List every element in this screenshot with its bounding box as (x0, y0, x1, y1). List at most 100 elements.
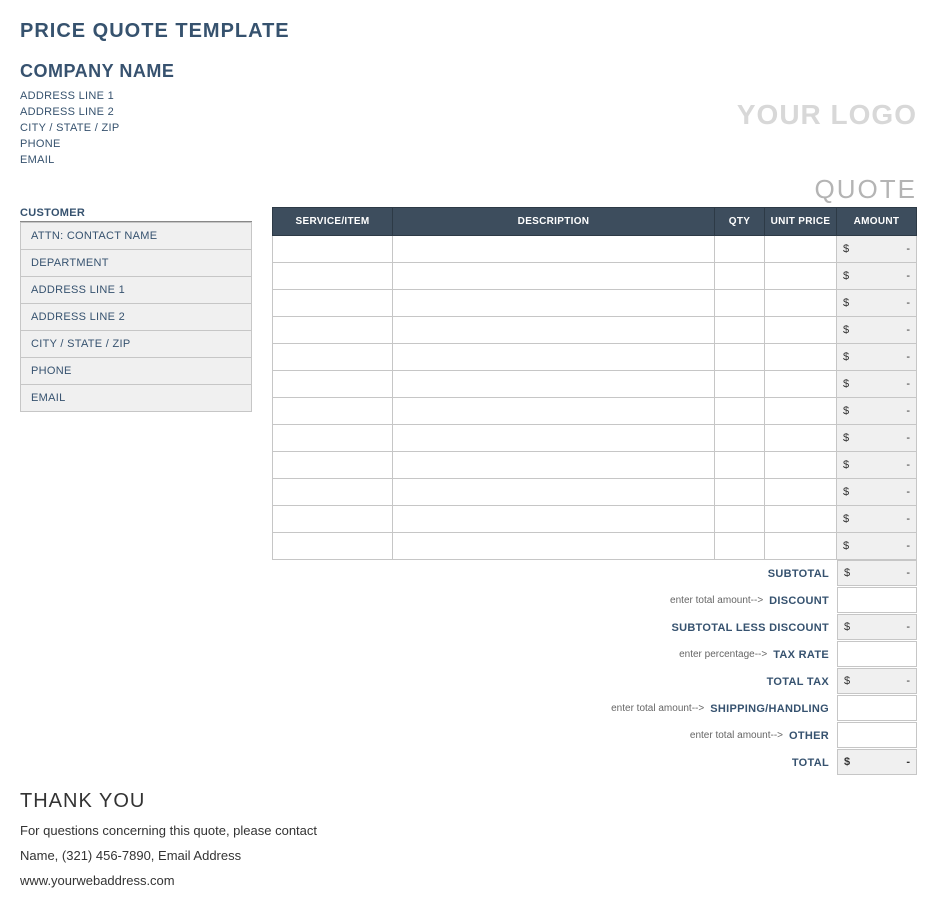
totals-area: SUBTOTAL$-enter total amount-->DISCOUNTS… (272, 560, 917, 776)
customer-cell[interactable]: CITY / STATE / ZIP (21, 331, 252, 358)
item-cell[interactable] (393, 317, 715, 344)
item-cell[interactable] (765, 452, 837, 479)
item-cell[interactable] (715, 533, 765, 560)
totals-value-cell: $- (837, 668, 917, 694)
table-row: $- (273, 371, 917, 398)
item-cell[interactable] (715, 398, 765, 425)
item-cell[interactable] (715, 263, 765, 290)
item-cell[interactable] (273, 479, 393, 506)
item-cell[interactable] (273, 236, 393, 263)
company-line: CITY / STATE / ZIP (20, 120, 174, 136)
table-row: $- (273, 290, 917, 317)
item-cell[interactable] (393, 533, 715, 560)
page-title: PRICE QUOTE TEMPLATE (20, 20, 917, 43)
item-cell[interactable] (273, 506, 393, 533)
item-cell[interactable] (273, 533, 393, 560)
item-cell[interactable] (393, 290, 715, 317)
item-cell[interactable] (765, 236, 837, 263)
totals-hint: enter total amount--> (611, 703, 710, 714)
item-cell[interactable] (715, 371, 765, 398)
customer-heading: CUSTOMER (20, 207, 252, 222)
company-address-block: ADDRESS LINE 1 ADDRESS LINE 2 CITY / STA… (20, 88, 174, 168)
totals-value-cell[interactable] (837, 695, 917, 721)
amount-cell: $- (837, 236, 917, 263)
item-cell[interactable] (715, 317, 765, 344)
item-cell[interactable] (273, 263, 393, 290)
item-cell[interactable] (273, 290, 393, 317)
item-cell[interactable] (765, 479, 837, 506)
amount-cell: $- (837, 371, 917, 398)
logo-placeholder: YOUR LOGO (737, 99, 917, 131)
thank-you-heading: THANK YOU (20, 790, 317, 813)
amount-cell: $- (837, 398, 917, 425)
totals-label: DISCOUNT (769, 595, 837, 607)
amount-cell: $- (837, 344, 917, 371)
col-amount-header: AMOUNT (837, 208, 917, 236)
customer-cell[interactable]: ATTN: CONTACT NAME (21, 223, 252, 250)
customer-cell[interactable]: ADDRESS LINE 1 (21, 277, 252, 304)
item-cell[interactable] (765, 263, 837, 290)
item-cell[interactable] (715, 236, 765, 263)
table-row: $- (273, 263, 917, 290)
customer-cell[interactable]: PHONE (21, 358, 252, 385)
item-cell[interactable] (273, 452, 393, 479)
totals-row: enter total amount-->SHIPPING/HANDLING (272, 695, 917, 722)
totals-value-cell[interactable] (837, 587, 917, 613)
items-table: SERVICE/ITEM DESCRIPTION QTY UNIT PRICE … (272, 207, 917, 560)
table-row: $- (273, 479, 917, 506)
item-cell[interactable] (393, 506, 715, 533)
footer-line: For questions concerning this quote, ple… (20, 823, 317, 838)
item-cell[interactable] (393, 452, 715, 479)
item-cell[interactable] (273, 371, 393, 398)
item-cell[interactable] (765, 398, 837, 425)
item-cell[interactable] (273, 425, 393, 452)
table-row: $- (273, 452, 917, 479)
item-cell[interactable] (273, 344, 393, 371)
item-cell[interactable] (393, 425, 715, 452)
item-cell[interactable] (393, 263, 715, 290)
item-cell[interactable] (273, 317, 393, 344)
totals-hint: enter percentage--> (679, 649, 773, 660)
amount-cell: $- (837, 452, 917, 479)
item-cell[interactable] (715, 290, 765, 317)
company-line: PHONE (20, 136, 174, 152)
item-cell[interactable] (765, 317, 837, 344)
customer-cell[interactable]: EMAIL (21, 385, 252, 412)
table-row: $- (273, 344, 917, 371)
quote-heading: QUOTE (20, 174, 917, 205)
item-cell[interactable] (715, 452, 765, 479)
item-cell[interactable] (393, 371, 715, 398)
item-cell[interactable] (765, 425, 837, 452)
item-cell[interactable] (765, 371, 837, 398)
item-cell[interactable] (715, 344, 765, 371)
item-cell[interactable] (393, 236, 715, 263)
totals-row: enter total amount-->OTHER (272, 722, 917, 749)
totals-label: SUBTOTAL LESS DISCOUNT (671, 622, 837, 634)
item-cell[interactable] (765, 533, 837, 560)
col-description-header: DESCRIPTION (393, 208, 715, 236)
item-cell[interactable] (393, 398, 715, 425)
totals-row: enter total amount-->DISCOUNT (272, 587, 917, 614)
amount-cell: $- (837, 425, 917, 452)
totals-value-cell[interactable] (837, 641, 917, 667)
totals-row: TOTAL$- (272, 749, 917, 776)
col-service-header: SERVICE/ITEM (273, 208, 393, 236)
amount-cell: $- (837, 533, 917, 560)
table-row: $- (273, 506, 917, 533)
item-cell[interactable] (765, 344, 837, 371)
item-cell[interactable] (273, 398, 393, 425)
item-cell[interactable] (715, 479, 765, 506)
table-row: $- (273, 236, 917, 263)
totals-value-cell[interactable] (837, 722, 917, 748)
item-cell[interactable] (715, 425, 765, 452)
item-cell[interactable] (393, 344, 715, 371)
amount-cell: $- (837, 317, 917, 344)
item-cell[interactable] (765, 290, 837, 317)
customer-cell[interactable]: DEPARTMENT (21, 250, 252, 277)
totals-label: TOTAL TAX (767, 676, 837, 688)
item-cell[interactable] (715, 506, 765, 533)
item-cell[interactable] (765, 506, 837, 533)
item-cell[interactable] (393, 479, 715, 506)
amount-cell: $- (837, 290, 917, 317)
customer-cell[interactable]: ADDRESS LINE 2 (21, 304, 252, 331)
